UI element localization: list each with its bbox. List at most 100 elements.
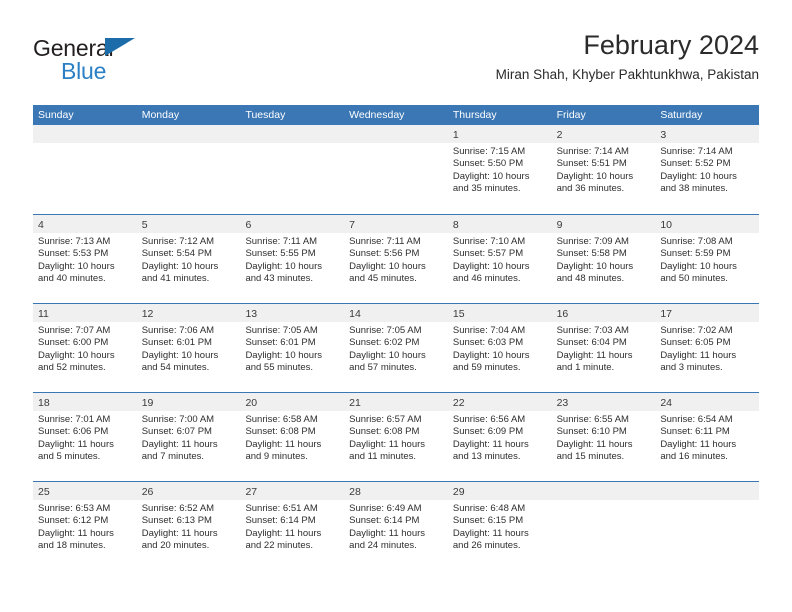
calendar-day-cell[interactable]: 28 Sunrise: 6:49 AM Sunset: 6:14 PM Dayligh…: [344, 482, 448, 570]
sunrise-text: Sunrise: 7:00 AM: [141, 414, 215, 425]
calendar-weeks: 1 Sunrise: 7:15 AM Sunset: 5:50 PM Daylight…: [33, 125, 760, 570]
calendar-page: General Blue February 2024 Miran Shah, K…: [0, 0, 792, 612]
calendar-day-cell[interactable]: 9 Sunrise: 7:09 AM Sunset: 5:58 PM Daylight…: [551, 215, 656, 303]
calendar-day-cell[interactable]: 15 Sunrise: 7:04 AM Sunset: 6:03 PM Dayligh…: [447, 304, 552, 392]
daylight-text-line1: Daylight: 11 hours: [245, 438, 322, 450]
day-details: Sunrise: 6:52 AM Sunset: 6:13 PM Daylight:…: [137, 500, 241, 553]
daylight-text-line2: and 1 minute.: [556, 362, 615, 374]
day-details: Sunrise: 7:05 AM Sunset: 6:01 PM Daylight:…: [240, 322, 344, 375]
daylight-text-line2: and 13 minutes.: [452, 451, 521, 463]
day-details: Sunrise: 7:11 AM Sunset: 5:55 PM Daylight:…: [240, 233, 344, 286]
calendar-day-cell[interactable]: 12 Sunrise: 7:06 AM Sunset: 6:01 PM Dayligh…: [136, 304, 241, 392]
calendar-day-cell[interactable]: 29 Sunrise: 6:48 AM Sunset: 6:15 PM Dayligh…: [447, 482, 552, 570]
daylight-text-line2: and 40 minutes.: [38, 273, 106, 285]
calendar-day-cell[interactable]: 24 Sunrise: 6:54 AM Sunset: 6:11 PM Dayligh…: [655, 393, 760, 481]
daylight-text-line2: and 18 minutes.: [38, 540, 106, 552]
day-number-band: 3: [655, 125, 760, 143]
calendar-day-empty: [240, 125, 345, 214]
sunset-text: Sunset: 6:12 PM: [38, 515, 109, 527]
sunrise-text: Sunrise: 7:12 AM: [141, 236, 215, 247]
calendar-day-cell[interactable]: 16 Sunrise: 7:03 AM Sunset: 6:04 PM Dayligh…: [551, 304, 656, 392]
day-number: 29: [452, 486, 465, 498]
day-number: 18: [38, 397, 50, 409]
calendar-day-cell[interactable]: 21 Sunrise: 6:57 AM Sunset: 6:08 PM Dayligh…: [344, 393, 448, 481]
day-number-band: 15: [447, 304, 552, 322]
weekday-header-monday: Monday: [141, 109, 180, 121]
calendar-day-cell[interactable]: 13 Sunrise: 7:05 AM Sunset: 6:01 PM Dayligh…: [240, 304, 345, 392]
sunrise-text: Sunrise: 6:48 AM: [452, 503, 526, 514]
day-details: Sunrise: 6:51 AM Sunset: 6:14 PM Daylight:…: [240, 500, 344, 553]
weekday-header-sunday: Sunday: [38, 109, 74, 121]
sunset-text: Sunset: 6:14 PM: [245, 515, 316, 527]
daylight-text-line1: Daylight: 10 hours: [38, 349, 115, 361]
sunset-text: Sunset: 6:03 PM: [452, 337, 524, 349]
calendar-day-cell[interactable]: 11 Sunrise: 7:07 AM Sunset: 6:00 PM Dayligh…: [33, 304, 137, 392]
daylight-text-line1: Daylight: 11 hours: [452, 527, 529, 539]
day-number-band: [240, 125, 345, 143]
daylight-text-line1: Daylight: 10 hours: [556, 170, 634, 182]
sunrise-text: Sunrise: 7:14 AM: [660, 146, 733, 157]
daylight-text-line1: Daylight: 11 hours: [556, 438, 633, 450]
day-number: 20: [245, 397, 258, 409]
title-block: February 2024 Miran Shah, Khyber Pakhtun…: [496, 28, 759, 83]
sunrise-text: Sunrise: 6:53 AM: [38, 503, 111, 514]
calendar-day-cell[interactable]: 3 Sunrise: 7:14 AM Sunset: 5:52 PM Daylight…: [655, 125, 760, 214]
sunset-text: Sunset: 6:00 PM: [38, 337, 109, 349]
daylight-text-line2: and 35 minutes.: [452, 183, 521, 195]
calendar-day-empty: [344, 125, 448, 214]
sunrise-text: Sunrise: 7:08 AM: [660, 236, 733, 247]
day-number: 2: [556, 129, 563, 141]
daylight-text-line2: and 46 minutes.: [452, 273, 521, 285]
calendar-day-cell[interactable]: 17 Sunrise: 7:02 AM Sunset: 6:05 PM Dayligh…: [655, 304, 760, 392]
daylight-text-line2: and 5 minutes.: [38, 451, 101, 463]
day-details: Sunrise: 7:09 AM Sunset: 5:58 PM Daylight:…: [552, 233, 656, 286]
calendar-day-cell[interactable]: 25 Sunrise: 6:53 AM Sunset: 6:12 PM Dayligh…: [33, 482, 137, 570]
calendar-day-cell[interactable]: 6 Sunrise: 7:11 AM Sunset: 5:55 PM Daylight…: [240, 215, 345, 303]
calendar-day-cell[interactable]: 20 Sunrise: 6:58 AM Sunset: 6:08 PM Dayligh…: [240, 393, 345, 481]
sunrise-text: Sunrise: 6:51 AM: [245, 503, 318, 514]
day-number-band: 27: [240, 482, 345, 500]
day-number-band: 16: [551, 304, 656, 322]
daylight-text-line2: and 16 minutes.: [660, 451, 728, 463]
day-number-band: [655, 482, 760, 500]
day-details: Sunrise: 6:55 AM Sunset: 6:10 PM Daylight:…: [552, 411, 656, 464]
calendar-day-cell[interactable]: 4 Sunrise: 7:13 AM Sunset: 5:53 PM Daylight…: [33, 215, 137, 303]
sunrise-text: Sunrise: 7:11 AM: [245, 236, 318, 247]
calendar-day-cell[interactable]: 19 Sunrise: 7:00 AM Sunset: 6:07 PM Dayligh…: [136, 393, 241, 481]
daylight-text-line1: Daylight: 11 hours: [349, 438, 426, 450]
daylight-text-line1: Daylight: 11 hours: [245, 527, 322, 539]
day-details: Sunrise: 6:53 AM Sunset: 6:12 PM Daylight:…: [33, 500, 137, 553]
calendar-day-cell[interactable]: 18 Sunrise: 7:01 AM Sunset: 6:06 PM Dayligh…: [33, 393, 137, 481]
sunrise-text: Sunrise: 7:07 AM: [38, 325, 111, 336]
day-details: Sunrise: 7:05 AM Sunset: 6:02 PM Daylight:…: [344, 322, 448, 375]
day-number: 17: [660, 308, 672, 320]
calendar-day-cell[interactable]: 23 Sunrise: 6:55 AM Sunset: 6:10 PM Dayligh…: [551, 393, 656, 481]
day-details: [344, 143, 448, 146]
day-number-band: 18: [33, 393, 137, 411]
calendar-day-cell[interactable]: 10 Sunrise: 7:08 AM Sunset: 5:59 PM Dayligh…: [655, 215, 760, 303]
calendar-day-cell[interactable]: 7 Sunrise: 7:11 AM Sunset: 5:56 PM Daylight…: [344, 215, 448, 303]
day-number: 5: [141, 219, 148, 231]
brand-logo[interactable]: General Blue: [33, 36, 253, 92]
daylight-text-line1: Daylight: 10 hours: [245, 349, 323, 361]
calendar-day-cell[interactable]: 26 Sunrise: 6:52 AM Sunset: 6:13 PM Dayligh…: [136, 482, 241, 570]
calendar-day-cell[interactable]: 27 Sunrise: 6:51 AM Sunset: 6:14 PM Dayligh…: [240, 482, 345, 570]
sunset-text: Sunset: 6:14 PM: [349, 515, 420, 527]
day-details: Sunrise: 6:48 AM Sunset: 6:15 PM Daylight:…: [448, 500, 552, 553]
calendar-day-cell[interactable]: 1 Sunrise: 7:15 AM Sunset: 5:50 PM Daylight…: [447, 125, 552, 214]
day-details: Sunrise: 7:01 AM Sunset: 6:06 PM Daylight:…: [33, 411, 137, 464]
calendar-day-cell[interactable]: 14 Sunrise: 7:05 AM Sunset: 6:02 PM Dayligh…: [344, 304, 448, 392]
calendar-day-cell[interactable]: 22 Sunrise: 6:56 AM Sunset: 6:09 PM Dayligh…: [447, 393, 552, 481]
day-details: Sunrise: 7:11 AM Sunset: 5:56 PM Daylight:…: [344, 233, 448, 286]
calendar-day-cell[interactable]: 8 Sunrise: 7:10 AM Sunset: 5:57 PM Daylight…: [447, 215, 552, 303]
weekday-header-wednesday: Wednesday: [349, 109, 405, 121]
day-number: 27: [245, 486, 258, 498]
page-masthead: General Blue February 2024 Miran Shah, K…: [33, 28, 759, 100]
day-details: Sunrise: 7:00 AM Sunset: 6:07 PM Daylight:…: [137, 411, 241, 464]
day-number-band: 25: [33, 482, 137, 500]
sunrise-text: Sunrise: 6:56 AM: [452, 414, 526, 425]
day-number: 16: [556, 308, 569, 320]
calendar-day-cell[interactable]: 5 Sunrise: 7:12 AM Sunset: 5:54 PM Daylight…: [136, 215, 241, 303]
daylight-text-line2: and 3 minutes.: [660, 362, 723, 374]
calendar-day-cell[interactable]: 2 Sunrise: 7:14 AM Sunset: 5:51 PM Daylight…: [551, 125, 656, 214]
